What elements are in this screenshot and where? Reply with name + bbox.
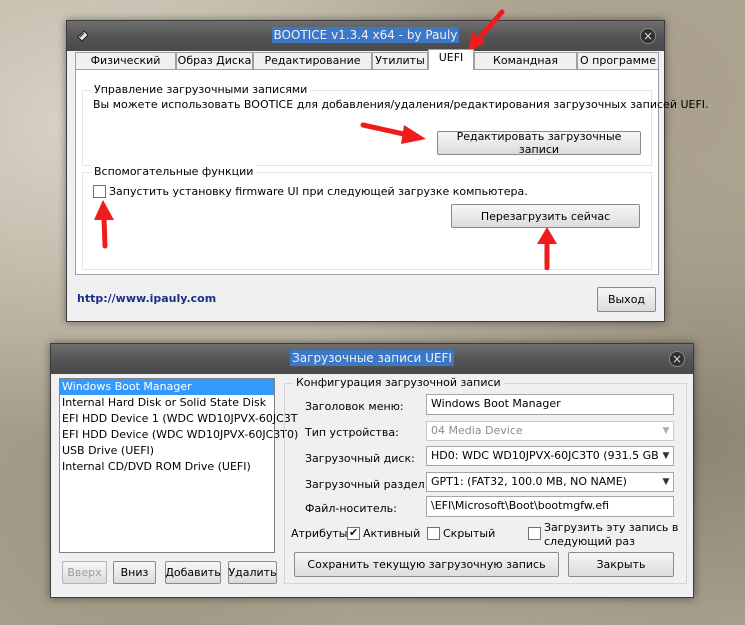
firmware-ui-checkbox-label: Запустить установку firmware UI при след… (109, 185, 528, 198)
hidden-checkbox-label: Скрытый (443, 527, 496, 540)
add-entry-button[interactable]: Добавить (165, 561, 221, 584)
chevron-down-icon: ▼ (659, 447, 673, 465)
close-icon[interactable]: × (669, 351, 685, 367)
boot-disk-label: Загрузочный диск: (305, 452, 415, 465)
uefi-entries-window-title: Загрузочные записи UEFI (290, 350, 454, 366)
list-item[interactable]: Windows Boot Manager (60, 379, 274, 395)
chevron-down-icon: ▼ (662, 477, 670, 487)
next-boot-checkbox-label-line1: Загрузить эту запись в (544, 521, 679, 534)
list-item[interactable]: EFI HDD Device 1 (WDC WD10JPVX-60JC3T (60, 411, 298, 427)
close-button[interactable]: Закрыть (568, 552, 674, 577)
active-checkbox[interactable] (347, 526, 360, 540)
device-type-select[interactable]: 04 Media Device ▼ (426, 421, 674, 441)
next-boot-checkbox[interactable] (528, 527, 541, 540)
annotation-arrow-icon (537, 227, 557, 270)
website-link[interactable]: http://www.ipauly.com (77, 292, 216, 305)
boot-partition-label: Загрузочный раздел: (305, 478, 429, 491)
annotation-arrow-icon (360, 122, 426, 144)
list-item[interactable]: Internal CD/DVD ROM Drive (UEFI) (60, 459, 274, 475)
boot-partition-value: GPT1: (FAT32, 100.0 MB, NO NAME) (431, 475, 627, 488)
delete-entry-button[interactable]: Удалить (228, 561, 277, 584)
close-icon[interactable]: × (640, 28, 656, 44)
hidden-checkbox[interactable] (427, 527, 440, 540)
bootice-titlebar[interactable]: BOOTICE v1.3.4 x64 - by Pauly × (67, 21, 664, 51)
aux-functions-legend: Вспомогательные функции (91, 165, 257, 178)
save-entry-button[interactable]: Сохранить текущую загрузочную запись (294, 552, 559, 577)
menu-title-label: Заголовок меню: (305, 400, 404, 413)
list-item[interactable]: Internal Hard Disk or Solid State Disk (60, 395, 274, 411)
manage-entries-description: Вы можете использовать BOOTICE для добав… (93, 98, 709, 111)
boot-entries-list[interactable]: Windows Boot Manager Internal Hard Disk … (59, 378, 298, 553)
exit-button[interactable]: Выход (597, 287, 656, 312)
tab-physical-disk[interactable]: Физический Диск (75, 52, 176, 82)
uefi-tab-panel: Управление загрузочными записями Вы може… (75, 69, 709, 275)
boot-partition-select[interactable]: GPT1: (FAT32, 100.0 MB, NO NAME) ▼ (426, 472, 674, 492)
tab-utilities[interactable]: Утилиты (372, 52, 428, 69)
entry-config-legend: Конфигурация загрузочной записи (293, 376, 504, 389)
edit-boot-entries-button[interactable]: Редактировать загрузочные записи (437, 130, 641, 156)
tab-disk-image[interactable]: Образ Диска (176, 52, 253, 69)
move-up-button[interactable]: Вверх (62, 561, 107, 584)
firmware-ui-checkbox[interactable] (93, 185, 106, 198)
aux-functions-group: Вспомогательные функции Запустить устано… (82, 165, 652, 270)
tab-about[interactable]: О программе (577, 52, 659, 69)
reboot-now-button[interactable]: Перезагрузить сейчас (451, 204, 640, 228)
list-item[interactable]: EFI HDD Device (WDC WD10JPVX-60JC3T0) (60, 427, 298, 443)
tab-bcd-edit[interactable]: Редактирование BCD (253, 52, 372, 82)
active-checkbox-label: Активный (363, 527, 421, 540)
menu-title-input[interactable]: Windows Boot Manager (426, 394, 674, 415)
boot-disk-value: HD0: WDC WD10JPVX-60JC3T0 (931.5 GB, C: (431, 449, 674, 462)
move-down-button[interactable]: Вниз (113, 561, 156, 584)
attributes-label: Атрибуты: (291, 527, 352, 540)
uefi-entries-titlebar[interactable]: Загрузочные записи UEFI × (51, 344, 693, 374)
next-boot-checkbox-label-line2: следующий раз (544, 535, 635, 548)
list-item[interactable]: USB Drive (UEFI) (60, 443, 274, 459)
uefi-entries-window: Загрузочные записи UEFI × Windows Boot M… (50, 343, 694, 598)
device-type-label: Тип устройства: (305, 426, 399, 439)
boot-file-input[interactable]: \EFI\Microsoft\Boot\bootmgfw.efi (426, 496, 674, 517)
device-type-value: 04 Media Device (431, 424, 523, 437)
annotation-arrow-icon (94, 200, 114, 249)
window-title: BOOTICE v1.3.4 x64 - by Pauly (271, 27, 460, 43)
tab-uefi[interactable]: UEFI (428, 49, 474, 70)
boot-disk-select[interactable]: HD0: WDC WD10JPVX-60JC3T0 (931.5 GB, C: … (426, 446, 674, 466)
manage-entries-legend: Управление загрузочными записями (91, 83, 311, 96)
chevron-down-icon: ▼ (662, 426, 670, 436)
boot-file-label: Файл-носитель: (305, 502, 397, 515)
bootice-window: BOOTICE v1.3.4 x64 - by Pauly × Физическ… (66, 20, 709, 322)
